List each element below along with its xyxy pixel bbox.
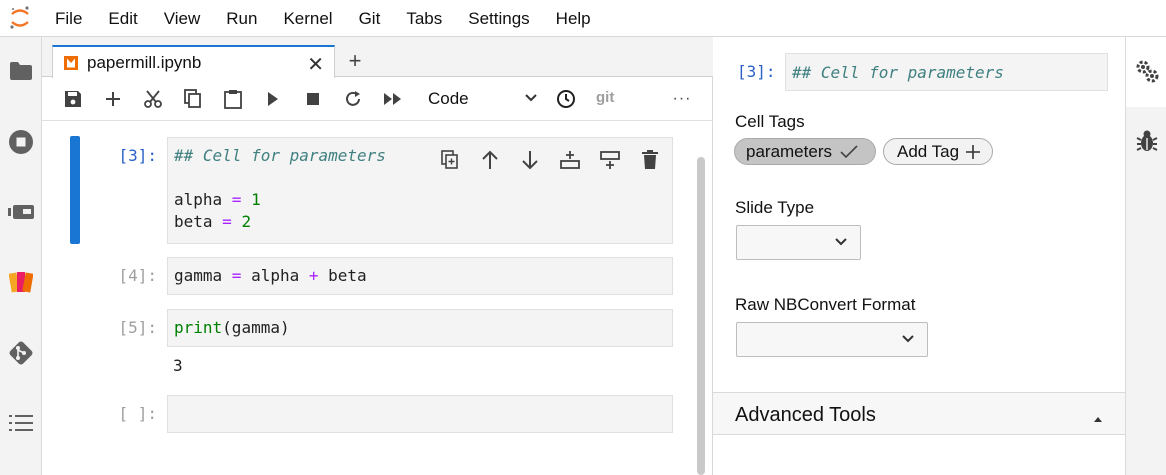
- notebook-scrollbar[interactable]: [695, 122, 705, 475]
- move-down-icon[interactable]: [518, 148, 542, 172]
- code-cell-editor-empty[interactable]: [167, 395, 673, 433]
- cell-type-dropdown[interactable]: Code: [428, 87, 538, 111]
- close-icon[interactable]: ✕: [307, 52, 324, 77]
- slide-type-select[interactable]: [736, 225, 861, 260]
- cell-prompt: [5]:: [118, 318, 157, 337]
- right-sidebar: [1125, 37, 1166, 475]
- debugger-icon[interactable]: [1132, 126, 1162, 156]
- chevron-down-icon: [834, 235, 848, 254]
- insert-below-icon[interactable]: [598, 148, 622, 172]
- cell-prompt: [ ]:: [118, 404, 157, 423]
- cell-output: 3: [173, 356, 183, 375]
- toc-icon[interactable]: [5, 407, 37, 439]
- inspector-cell-prompt: [3]:: [737, 62, 776, 81]
- restart-icon[interactable]: [341, 87, 365, 111]
- add-tag-button[interactable]: Add Tag: [883, 138, 993, 165]
- menu-kernel[interactable]: Kernel: [270, 0, 345, 37]
- code-line-gamma: gamma = alpha + beta: [174, 266, 367, 285]
- code-line-print: print(gamma): [174, 318, 290, 337]
- caret-up-icon[interactable]: [1093, 409, 1103, 427]
- jupyterlab-window: File Edit View Run Kernel Git Tabs Setti…: [0, 0, 1166, 475]
- raw-nbconvert-format-select[interactable]: [736, 322, 928, 357]
- fast-forward-icon[interactable]: [381, 87, 405, 111]
- slide-type-label: Slide Type: [735, 198, 815, 217]
- chevron-down-icon: [901, 332, 915, 351]
- more-icon[interactable]: ···: [670, 87, 694, 111]
- cell-tags-label: Cell Tags: [735, 112, 805, 131]
- tab-strip: papermill.ipynb ✕ +: [42, 37, 713, 78]
- menu-view[interactable]: View: [151, 0, 214, 37]
- code-line-beta: beta = 2: [174, 212, 252, 231]
- cell-prompt: [4]:: [118, 266, 157, 285]
- extension-icon[interactable]: [5, 266, 37, 298]
- menu-edit[interactable]: Edit: [95, 0, 150, 37]
- menu-help[interactable]: Help: [543, 0, 604, 37]
- code-cell-editor[interactable]: gamma = alpha + beta: [167, 257, 673, 295]
- jupyter-logo-icon[interactable]: [0, 0, 40, 37]
- chevron-down-icon: [524, 90, 538, 110]
- tag-label: parameters: [746, 141, 832, 161]
- left-sidebar: [0, 37, 42, 475]
- delete-icon[interactable]: [638, 148, 662, 172]
- duplicate-cell-icon[interactable]: [438, 148, 462, 172]
- inspector-cell-preview[interactable]: ## Cell for parameters: [785, 53, 1108, 91]
- cell-prompt: [3]:: [118, 146, 157, 165]
- cut-icon[interactable]: [141, 87, 165, 111]
- folder-icon[interactable]: [5, 55, 37, 87]
- menu-bar: File Edit View Run Kernel Git Tabs Setti…: [0, 0, 1166, 37]
- stop-icon[interactable]: [301, 87, 325, 111]
- move-up-icon[interactable]: [478, 148, 502, 172]
- property-inspector-icon[interactable]: [1132, 56, 1162, 86]
- code-cell-editor[interactable]: print(gamma): [167, 309, 673, 347]
- active-cell-indicator: [70, 136, 80, 244]
- scrollbar-thumb[interactable]: [697, 157, 705, 475]
- notebook-icon: [63, 55, 79, 71]
- paste-icon[interactable]: [221, 87, 245, 111]
- new-tab-button[interactable]: +: [341, 48, 369, 74]
- menu-file[interactable]: File: [40, 0, 95, 37]
- code-line-comment: ## Cell for parameters: [174, 146, 386, 165]
- tab-label: papermill.ipynb: [87, 52, 202, 72]
- notebook-panel: papermill.ipynb ✕ + Code git ··· [3]: ##…: [42, 37, 713, 475]
- cell-type-value: Code: [428, 89, 469, 108]
- inspector-cell-preview-text: ## Cell for parameters: [792, 63, 1004, 82]
- tab-papermill-notebook[interactable]: papermill.ipynb ✕: [52, 45, 335, 78]
- raw-nbconvert-format-label: Raw NBConvert Format: [735, 295, 916, 314]
- history-icon[interactable]: [554, 87, 578, 111]
- insert-above-icon[interactable]: [558, 148, 582, 172]
- insert-cell-icon[interactable]: [101, 87, 125, 111]
- advanced-tools-section[interactable]: Advanced Tools: [713, 392, 1125, 435]
- add-tag-label: Add Tag: [897, 141, 959, 161]
- menu-settings[interactable]: Settings: [455, 0, 542, 37]
- property-inspector: [3]: ## Cell for parameters Cell Tags pa…: [713, 37, 1125, 475]
- code-line-alpha: alpha = 1: [174, 190, 261, 209]
- menu-git[interactable]: Git: [346, 0, 394, 37]
- copy-icon[interactable]: [181, 87, 205, 111]
- menu-tabs[interactable]: Tabs: [393, 0, 455, 37]
- running-icon[interactable]: [5, 126, 37, 158]
- advanced-tools-label: Advanced Tools: [735, 404, 876, 426]
- right-sidebar-lower: [1126, 107, 1166, 475]
- run-icon[interactable]: [261, 87, 285, 111]
- plus-icon: [965, 144, 981, 160]
- check-icon: [840, 144, 858, 159]
- notebook-toolbar: Code git ···: [42, 77, 713, 121]
- commands-icon[interactable]: [5, 196, 37, 228]
- save-icon[interactable]: [61, 87, 85, 111]
- tag-chip-parameters[interactable]: parameters: [734, 138, 876, 165]
- notebook-body: [3]: ## Cell for parameters alpha = 1 be…: [42, 122, 713, 475]
- menu-run[interactable]: Run: [213, 0, 270, 37]
- code-cell-editor[interactable]: ## Cell for parameters alpha = 1 beta = …: [167, 137, 673, 244]
- git-diff-label[interactable]: git: [596, 89, 614, 106]
- git-icon[interactable]: [5, 337, 37, 369]
